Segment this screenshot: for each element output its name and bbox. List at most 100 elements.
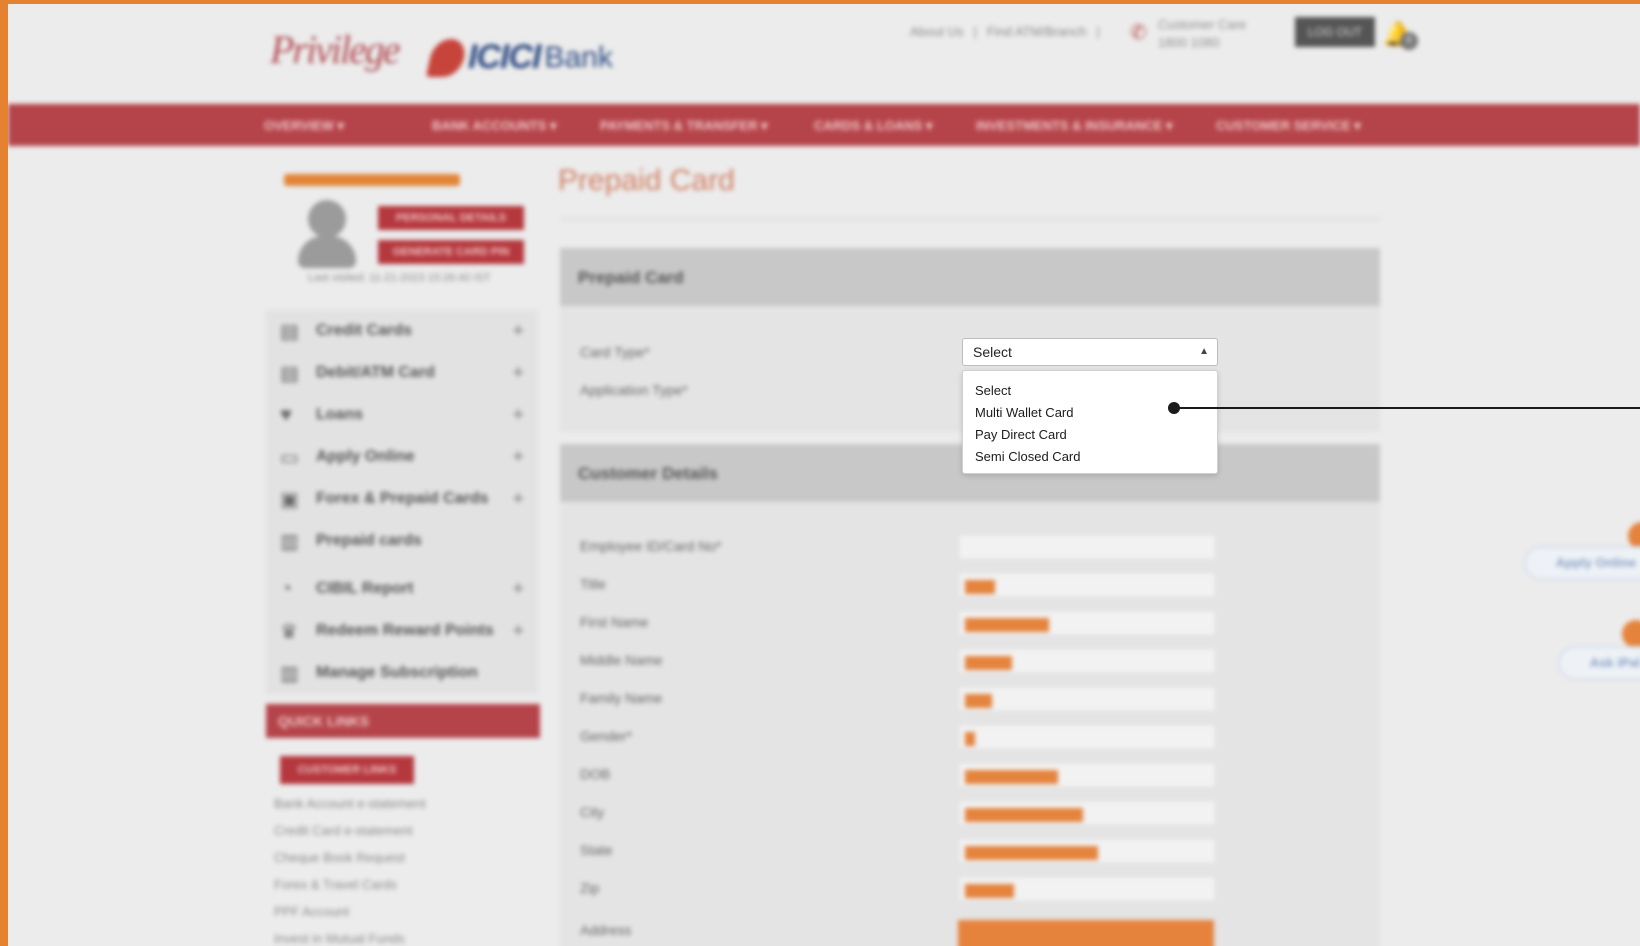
card-type-label: Card Type* [580,344,650,360]
section-title: Customer Details [578,464,718,483]
address-label: Address [580,922,632,938]
quick-link[interactable]: Bank Account e-statement [274,796,426,811]
sidebar-item-label: CIBIL Report [316,580,414,597]
nav-customer-service[interactable]: CUSTOMER SERVICE ▾ [1216,118,1361,134]
quick-link[interactable]: Invest in Mutual Funds [274,931,405,946]
sidebar-item-prepaid-cards[interactable]: ▥ Prepaid cards [266,520,538,562]
address-field-redacted[interactable] [958,920,1214,946]
select-arrows-icon: ▲ [1199,346,1209,357]
redaction-bar [965,580,995,594]
separator: | [1096,24,1100,39]
application-type-label: Application Type* [580,382,688,398]
icici-logo: ICICI Bank [425,38,613,77]
ask-ipal-tab[interactable]: Ask iPal [1558,646,1640,680]
card-type-select[interactable]: Select ▲ [962,338,1218,366]
dropdown-option-semi-closed[interactable]: Semi Closed Card [975,449,1081,464]
customer-field-input[interactable] [958,648,1216,674]
apply-online-tab[interactable]: Apply Online [1524,546,1640,580]
customer-field-input[interactable] [958,724,1216,750]
sidebar-item-label: Prepaid cards [316,532,422,549]
monitor-icon: ▭ [280,446,299,469]
expand-icon[interactable]: + [512,362,524,385]
sidebar-menu: ▤ Credit Cards + ▤ Debit/ATM Card + ♥ Lo… [266,310,538,694]
sidebar-item-label: Loans [316,406,364,423]
expand-icon[interactable]: + [512,578,524,601]
sidebar-item-cibil[interactable]: ◔ CIBIL Report + [266,568,538,610]
phone-icon: ✆ [1130,22,1147,44]
nav-payments-transfer[interactable]: PAYMENTS & TRANSFER ▾ [600,118,768,134]
customer-field-label: Title [580,576,606,592]
customer-field-label: Zip [580,880,600,896]
expand-icon[interactable]: + [512,446,524,469]
customer-field-label: State [580,842,613,858]
icici-logo-mark [425,38,469,77]
expand-icon[interactable]: + [512,404,524,427]
blurred-background: Privilege ICICI Bank About Us | Find ATM… [8,4,1640,946]
quick-link[interactable]: Forex & Travel Cards [274,877,397,892]
page-title: Prepaid Card [558,164,735,197]
title-divider [560,218,1380,220]
dropdown-option-pay-direct[interactable]: Pay Direct Card [975,427,1067,442]
customer-field-input[interactable] [958,876,1216,902]
customer-field-label: Employee ID/Card No* [580,538,722,554]
customer-field-input[interactable] [958,686,1216,712]
customer-field-input[interactable] [958,838,1216,864]
gauge-icon: ◔ [280,577,293,600]
customer-field-input[interactable] [958,800,1216,826]
app-frame: Privilege ICICI Bank About Us | Find ATM… [8,4,1640,946]
trophy-icon: ♛ [280,620,298,643]
logout-button[interactable]: LOG OUT [1295,17,1375,47]
sidebar-item-redeem-points[interactable]: ♛ Redeem Reward Points + [266,610,538,652]
customer-field-input[interactable] [958,762,1216,788]
customer-care-label: Customer Care [1158,17,1247,32]
card-icon: ▥ [280,662,299,685]
handshake-icon: ♥ [280,403,292,426]
main-nav-bar: OVERVIEW ▾ BANK ACCOUNTS ▾ PAYMENTS & TR… [8,104,1640,146]
sidebar-item-manage-subscription[interactable]: ▥ Manage Subscription [266,652,538,694]
customer-links-button[interactable]: CUSTOMER LINKS [280,756,414,784]
sidebar-item-label: Debit/ATM Card [316,364,435,381]
redaction-bar [965,884,1014,898]
cards-icon: ▤ [280,320,299,343]
customer-field-label: Family Name [580,690,663,706]
card-type-select-value: Select [973,344,1012,360]
customer-field-input[interactable] [958,610,1216,636]
card-icon: ▥ [280,530,299,553]
separator: | [973,24,977,39]
sidebar-item-label: Manage Subscription [316,664,478,681]
customer-field-label: Middle Name [580,652,663,668]
avatar-head [308,200,346,238]
sidebar-item-apply-online[interactable]: ▭ Apply Online + [266,436,538,478]
customer-field-label: City [580,804,605,820]
nav-overview[interactable]: OVERVIEW ▾ [264,118,344,134]
customer-field-input[interactable] [958,534,1216,560]
sidebar-item-debit-card[interactable]: ▤ Debit/ATM Card + [266,352,538,394]
dropdown-option-multi-wallet[interactable]: Multi Wallet Card [975,405,1073,420]
avatar-body [298,236,356,268]
sidebar-item-label: Credit Cards [316,322,413,339]
sidebar-item-label: Forex & Prepaid Cards [316,490,489,507]
redaction-bar [965,694,992,708]
find-atm-link[interactable]: Find ATM/Branch [987,24,1086,39]
generate-card-pin-button[interactable]: GENERATE CARD PIN [378,240,524,264]
sidebar-item-credit-cards[interactable]: ▤ Credit Cards + [266,310,538,352]
quick-link[interactable]: Credit Card e-statement [274,823,413,838]
quick-link[interactable]: PPF Account [274,904,349,919]
about-us-link[interactable]: About Us [910,24,963,39]
nav-cards-loans[interactable]: CARDS & LOANS ▾ [814,118,932,134]
expand-icon[interactable]: + [512,488,524,511]
dropdown-option-select[interactable]: Select [975,383,1011,398]
nav-investments-insurance[interactable]: INVESTMENTS & INSURANCE ▾ [976,118,1173,134]
logo-text-icici: ICICI [468,38,541,76]
expand-icon[interactable]: + [512,620,524,643]
personal-details-button[interactable]: PERSONAL DETAILS [378,206,524,230]
sidebar-item-label: Apply Online [316,448,415,465]
quick-link[interactable]: Cheque Book Request [274,850,405,865]
nav-bank-accounts[interactable]: BANK ACCOUNTS ▾ [432,118,556,134]
customer-field-input[interactable] [958,572,1216,598]
sidebar-item-forex-prepaid[interactable]: ▣ Forex & Prepaid Cards + [266,478,538,520]
sidebar-item-loans[interactable]: ♥ Loans + [266,394,538,436]
prepaid-card-section-header: Prepaid Card [560,248,1380,306]
expand-icon[interactable]: + [512,320,524,343]
redaction-bar [965,732,975,746]
